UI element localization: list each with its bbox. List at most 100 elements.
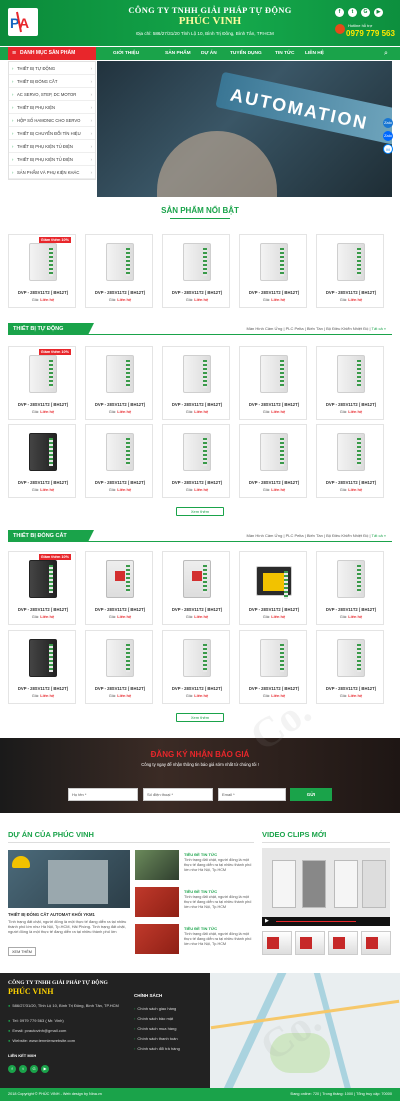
product-card[interactable]: DVP - 28SV11T2 ( BH12T) Giá: Liên hệ: [239, 346, 307, 420]
hero-banner[interactable]: AUTOMATION: [97, 61, 392, 197]
product-name[interactable]: DVP - 28SV11T2 ( BH12T): [317, 480, 385, 485]
product-name[interactable]: DVP - 28SV11T2 ( BH12T): [9, 402, 77, 407]
product-card[interactable]: DVP - 28SV11T2 ( BH12T) Giá: Liên hệ: [85, 424, 153, 498]
submit-button[interactable]: GỬI: [290, 788, 332, 801]
product-card[interactable]: DVP - 28SV11T2 ( BH12T) Giá: Liên hệ: [162, 630, 230, 704]
product-card[interactable]: DVP - 28SV11T2 ( BH12T) Giá: Liên hệ: [8, 424, 76, 498]
product-card[interactable]: Giảm thêm 10% DVP - 28SV11T2 ( BH12T) Giá:…: [8, 551, 76, 625]
category-title[interactable]: THIẾT BỊ ĐÓNG CẮT: [8, 530, 94, 542]
zalo-chat-button-2[interactable]: Zalo: [383, 131, 393, 141]
project-thumb[interactable]: [135, 924, 179, 954]
video-thumb[interactable]: [361, 931, 391, 955]
project-item-title[interactable]: TIÊU ĐỀ TIN TỨC: [184, 852, 217, 857]
product-name[interactable]: DVP - 28SV11T2 ( BH12T): [9, 480, 77, 485]
company-logo[interactable]: P A: [8, 8, 38, 36]
video-thumb[interactable]: [328, 931, 358, 955]
product-card[interactable]: DVP - 28SV11T2 ( BH12T) Giá: Liên hệ: [239, 630, 307, 704]
view-all-link[interactable]: Tất cả »: [372, 326, 386, 331]
footer-website-text[interactable]: Website: www.tenmienwebsite.com: [12, 1038, 75, 1043]
product-image[interactable]: [337, 355, 365, 393]
project-item-title[interactable]: TIÊU ĐỀ TIN TỨC: [184, 889, 217, 894]
product-name[interactable]: DVP - 28SV11T2 ( BH12T): [9, 686, 77, 691]
product-image[interactable]: [29, 243, 57, 281]
product-card[interactable]: DVP - 28SV11T2 ( BH12T) Giá: Liên hệ: [162, 551, 230, 625]
product-name[interactable]: DVP - 28SV11T2 ( BH12T): [240, 607, 308, 612]
footer-email-text[interactable]: Email: pvautovinh@gmail.com: [12, 1028, 66, 1033]
product-image[interactable]: [260, 433, 288, 471]
product-image[interactable]: [256, 566, 292, 599]
product-image[interactable]: [183, 243, 211, 281]
product-card[interactable]: DVP - 28SV11T2 ( BH12T) Giá: Liên hệ: [85, 234, 153, 308]
nav-contact[interactable]: LIÊN HỆ: [305, 47, 324, 60]
nav-projects[interactable]: DỰ ÁN: [201, 47, 217, 60]
footer-phone-text[interactable]: Tel: 0979 779 563 ( Mr. Vinh): [12, 1018, 63, 1023]
name-input[interactable]: Họ tên *: [68, 788, 138, 801]
youtube-icon[interactable]: ▶: [41, 1065, 49, 1073]
product-card[interactable]: DVP - 28SV11T2 ( BH12T) Giá: Liên hệ: [316, 551, 384, 625]
product-image[interactable]: [183, 433, 211, 471]
product-name[interactable]: DVP - 28SV11T2 ( BH12T): [86, 402, 154, 407]
sidebar-item[interactable]: THIẾT BỊ TỰ ĐỘNG: [9, 62, 95, 75]
project-thumb[interactable]: [135, 850, 179, 880]
youtube-icon[interactable]: ▶: [374, 8, 383, 17]
product-name[interactable]: DVP - 28SV11T2 ( BH12T): [163, 480, 231, 485]
product-card[interactable]: DVP - 28SV11T2 ( BH12T) Giá: Liên hệ: [316, 630, 384, 704]
nav-products[interactable]: SẢN PHẨM: [165, 47, 191, 60]
product-name[interactable]: DVP - 28SV11T2 ( BH12T): [317, 290, 385, 295]
product-card[interactable]: DVP - 28SV11T2 ( BH12T) Giá: Liên hệ: [162, 234, 230, 308]
sidebar-item[interactable]: THIẾT BỊ PHỤ KIỆN TỦ ĐIỆN: [9, 140, 95, 153]
sidebar-item[interactable]: HỘP SỐ HAMONIC CHO SERVO: [9, 114, 95, 127]
product-name[interactable]: DVP - 28SV11T2 ( BH12T): [240, 290, 308, 295]
google-plus-icon[interactable]: G: [30, 1065, 38, 1073]
product-name[interactable]: DVP - 28SV11T2 ( BH12T): [9, 290, 77, 295]
product-image[interactable]: [337, 639, 365, 677]
project-main-title[interactable]: THIẾT BỊ ĐÓNG CẮT AUTOMAT KHỐI YKM1: [8, 912, 130, 917]
product-name[interactable]: DVP - 28SV11T2 ( BH12T): [9, 607, 77, 612]
twitter-icon[interactable]: t: [19, 1065, 27, 1073]
product-image[interactable]: [337, 560, 365, 598]
hotline-number[interactable]: 0979 779 563: [346, 29, 395, 38]
facebook-icon[interactable]: f: [8, 1065, 16, 1073]
product-image[interactable]: [29, 639, 57, 677]
product-image[interactable]: [337, 243, 365, 281]
product-name[interactable]: DVP - 28SV11T2 ( BH12T): [317, 607, 385, 612]
nav-careers[interactable]: TUYỂN DỤNG: [230, 47, 262, 60]
product-card[interactable]: DVP - 28SV11T2 ( BH12T) Giá: Liên hệ: [85, 551, 153, 625]
product-card[interactable]: Giảm thêm 10% DVP - 28SV11T2 ( BH12T) Giá:…: [8, 346, 76, 420]
product-card[interactable]: DVP - 28SV11T2 ( BH12T) Giá: Liên hệ: [239, 424, 307, 498]
product-name[interactable]: DVP - 28SV11T2 ( BH12T): [317, 686, 385, 691]
product-image[interactable]: [337, 433, 365, 471]
video-controls[interactable]: [262, 917, 390, 926]
product-card[interactable]: DVP - 28SV11T2 ( BH12T) Giá: Liên hệ: [85, 346, 153, 420]
product-name[interactable]: DVP - 28SV11T2 ( BH12T): [240, 402, 308, 407]
email-input[interactable]: Email *: [218, 788, 286, 801]
product-card[interactable]: DVP - 28SV11T2 ( BH12T) Giá: Liên hệ: [162, 346, 230, 420]
product-name[interactable]: DVP - 28SV11T2 ( BH12T): [86, 686, 154, 691]
product-card[interactable]: DVP - 28SV11T2 ( BH12T) Giá: Liên hệ: [85, 630, 153, 704]
product-card[interactable]: Giảm thêm 10% DVP - 28SV11T2 ( BH12T) Giá:…: [8, 234, 76, 308]
sidebar-item[interactable]: THIẾT BỊ CHUYỂN ĐỔI TÍN HIỆU: [9, 127, 95, 140]
search-icon[interactable]: ⌕: [384, 49, 394, 58]
product-image[interactable]: [260, 243, 288, 281]
product-image[interactable]: [29, 355, 57, 393]
policy-link[interactable]: Chính sách thanh toán: [134, 1036, 177, 1041]
subcategory-links[interactable]: Màn Hình Cảm Ứng | PLC Pelta | Biến Tần …: [246, 533, 370, 538]
product-image[interactable]: [29, 560, 57, 598]
product-image[interactable]: [29, 433, 57, 471]
see-more-button[interactable]: Xem thêm: [176, 713, 224, 722]
project-item-title[interactable]: TIÊU ĐỀ TIN TỨC: [184, 926, 217, 931]
product-card[interactable]: DVP - 28SV11T2 ( BH12T) Giá: Liên hệ: [239, 551, 307, 625]
product-name[interactable]: DVP - 28SV11T2 ( BH12T): [86, 480, 154, 485]
messenger-icon[interactable]: M: [383, 144, 393, 154]
product-name[interactable]: DVP - 28SV11T2 ( BH12T): [240, 686, 308, 691]
twitter-icon[interactable]: t: [348, 8, 357, 17]
product-card[interactable]: DVP - 28SV11T2 ( BH12T) Giá: Liên hệ: [316, 346, 384, 420]
project-main-image[interactable]: [8, 850, 130, 908]
sidebar-item[interactable]: THIẾT BỊ PHỤ KIỆN TỦ ĐIỆN: [9, 153, 95, 166]
sidebar-item[interactable]: AC SERVO, STEP, DC MOTOR: [9, 88, 95, 101]
nav-about[interactable]: GIỚI THIỆU: [113, 47, 139, 60]
policy-link[interactable]: Chính sách đổi trả hàng: [134, 1046, 179, 1051]
policy-link[interactable]: Chính sách bảo mật: [134, 1016, 173, 1021]
policy-link[interactable]: Chính sách mua hàng: [134, 1026, 176, 1031]
phone-input[interactable]: Số điện thoại *: [143, 788, 213, 801]
